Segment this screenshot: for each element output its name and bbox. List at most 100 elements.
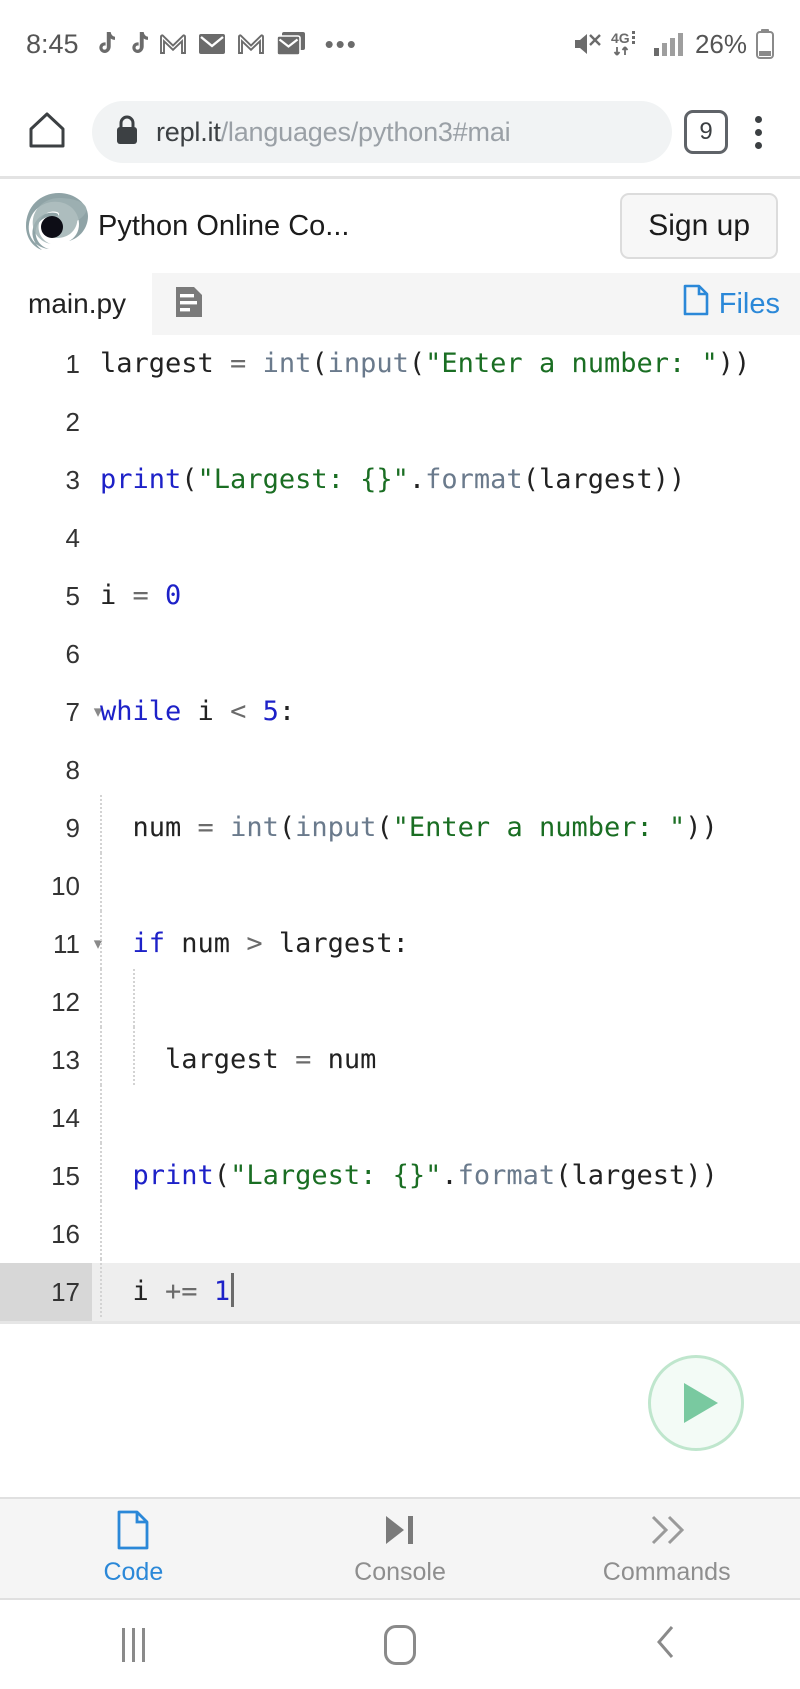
bottom-tab-label: Commands xyxy=(602,1558,731,1586)
file-lines-icon xyxy=(174,285,204,324)
kebab-dot xyxy=(754,128,762,136)
code-token: int xyxy=(230,812,279,843)
line-number: 9 xyxy=(65,813,80,843)
code-text: i += 1 xyxy=(92,1259,800,1321)
code-token: = xyxy=(295,1044,328,1075)
code-line[interactable]: 9 num = int(input("Enter a number: ")) xyxy=(0,795,800,857)
line-number: 11 ▾ xyxy=(0,915,102,973)
chevrons-right-icon xyxy=(645,1510,689,1550)
address-bar[interactable]: repl.it/languages/python3#mai xyxy=(92,101,672,163)
app-header: Python Online Co... Sign up xyxy=(0,179,800,273)
sign-up-button[interactable]: Sign up xyxy=(620,193,778,259)
browser-toolbar: repl.it/languages/python3#mai 9 xyxy=(0,88,800,176)
recents-icon xyxy=(121,1627,145,1662)
kebab-menu-icon xyxy=(754,115,762,123)
file-icon xyxy=(116,1510,150,1550)
code-line[interactable]: 15 print("Largest: {}".format(largest)) xyxy=(0,1143,800,1205)
code-token: 5 xyxy=(262,696,279,727)
tiktok-icon xyxy=(126,31,148,57)
code-token: num xyxy=(327,1044,377,1075)
tab-main-py[interactable]: main.py xyxy=(0,273,152,335)
run-button[interactable] xyxy=(648,1355,744,1451)
code-line[interactable]: 2 xyxy=(0,393,800,451)
back-chevron-icon xyxy=(652,1622,682,1667)
browser-menu-button[interactable] xyxy=(734,115,782,149)
code-token: 1 xyxy=(213,1276,231,1307)
tab-count-button[interactable]: 9 xyxy=(684,110,728,154)
code-token: i xyxy=(100,1276,166,1307)
status-system-icons: 4G 26% xyxy=(572,29,774,60)
code-token: )) xyxy=(717,348,751,379)
code-token: > xyxy=(246,928,279,959)
code-token: < xyxy=(230,696,263,727)
back-button[interactable] xyxy=(533,1622,800,1667)
line-number: 12 xyxy=(51,987,80,1017)
code-token: print xyxy=(132,1160,214,1191)
code-token: input xyxy=(327,348,409,379)
files-button[interactable]: Files xyxy=(683,284,780,324)
home-button[interactable] xyxy=(18,108,76,157)
code-line[interactable]: 16 xyxy=(0,1201,800,1263)
code-line[interactable]: 14 xyxy=(0,1085,800,1147)
line-number: 3 xyxy=(65,465,80,495)
code-line[interactable]: 13 largest = num xyxy=(0,1027,800,1089)
home-button-nav[interactable] xyxy=(267,1624,534,1665)
line-number: 17 xyxy=(0,1263,92,1321)
code-line[interactable]: 3 print("Largest: {}".format(largest)) xyxy=(0,451,800,509)
bottom-tab-console[interactable]: Console xyxy=(267,1499,534,1598)
line-number: 6 xyxy=(65,639,80,669)
status-notification-icons: ••• xyxy=(93,31,358,57)
code-token: = xyxy=(230,348,263,379)
battery-percent-label: 26% xyxy=(694,28,747,59)
code-token: i xyxy=(100,580,133,611)
code-line[interactable]: 11 ▾ if num > largest: xyxy=(0,911,800,973)
mail-filled-icon xyxy=(198,32,226,56)
status-overflow-icon: ••• xyxy=(324,29,358,59)
code-line[interactable]: 8 xyxy=(0,741,800,799)
gmail-icon xyxy=(237,32,265,56)
bottom-tab-bar: Code Console Commands xyxy=(0,1497,800,1600)
bottom-tab-label: Console xyxy=(354,1558,446,1586)
code-line[interactable]: 7 ▾ while i < 5: xyxy=(0,683,800,741)
code-token: : xyxy=(278,696,296,727)
gmail-icon xyxy=(159,32,187,56)
bottom-tab-code[interactable]: Code xyxy=(0,1499,267,1598)
recents-button[interactable] xyxy=(0,1627,267,1662)
line-number: 15 xyxy=(51,1161,80,1191)
line-number: 2 xyxy=(65,407,80,437)
line-number: 16 xyxy=(51,1219,80,1249)
code-token: 0 xyxy=(165,580,182,611)
code-text: if num > largest: xyxy=(92,911,800,973)
code-editor[interactable]: 1 largest = int(input("Enter a number: ")… xyxy=(0,335,800,1321)
code-line[interactable]: 5i = 0 xyxy=(0,567,800,625)
code-line[interactable]: 1 largest = int(input("Enter a number: ")… xyxy=(0,335,800,393)
code-token: while xyxy=(100,696,182,727)
bottom-tab-commands[interactable]: Commands xyxy=(533,1499,800,1598)
line-number: 1 xyxy=(65,349,80,379)
code-text: print("Largest: {}".format(largest)) xyxy=(92,1143,800,1205)
code-line[interactable]: 6 xyxy=(0,625,800,683)
line-number: 7 ▾ xyxy=(0,683,103,741)
code-token: "Largest: {}" xyxy=(197,464,409,495)
code-text: largest = num xyxy=(92,1027,800,1089)
indent-guide xyxy=(100,1201,102,1259)
file-lines-button[interactable] xyxy=(166,282,212,326)
line-number: 14 xyxy=(51,1103,80,1133)
code-line[interactable]: 4 xyxy=(0,509,800,567)
code-token: if xyxy=(132,928,166,959)
line-number: 10 xyxy=(51,871,80,901)
code-token: )) xyxy=(685,812,718,843)
code-token: largest: xyxy=(278,928,409,959)
code-token: ( xyxy=(278,812,296,843)
battery-icon xyxy=(756,29,774,59)
code-line[interactable]: 17 i += 1 xyxy=(0,1259,800,1321)
code-token: ( xyxy=(408,348,426,379)
code-line[interactable]: 12 xyxy=(0,969,800,1031)
code-line[interactable]: 10 xyxy=(0,853,800,915)
line-number: 4 xyxy=(65,523,80,553)
code-token: input xyxy=(295,812,377,843)
indent-guide xyxy=(100,853,102,911)
volume-muted-icon xyxy=(572,31,602,57)
